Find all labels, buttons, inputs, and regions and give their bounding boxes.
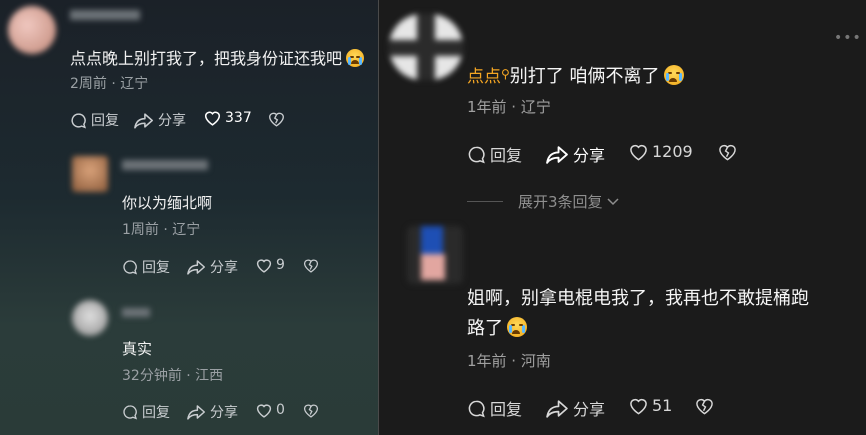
like-count: 0 bbox=[276, 402, 285, 418]
dislike-button[interactable] bbox=[303, 403, 319, 418]
broken-heart-icon bbox=[303, 259, 319, 273]
comment-text: 点点晚上别打我了，把我身份证还我吧 bbox=[70, 45, 365, 69]
comment-text: 姐啊，别拿电棍电我了，我再也不敢提桶跑 bbox=[467, 288, 809, 309]
share-label: 分享 bbox=[158, 113, 186, 129]
comment-text: 你以为缅北啊 bbox=[122, 194, 213, 212]
avatar[interactable] bbox=[8, 6, 56, 54]
share-label: 分享 bbox=[210, 405, 238, 421]
share-label: 分享 bbox=[573, 146, 606, 165]
broken-heart-icon bbox=[303, 404, 319, 418]
comment-meta: 1周前 · 辽宁 bbox=[122, 222, 201, 238]
crying-emoji-icon bbox=[663, 65, 684, 85]
heart-icon bbox=[256, 403, 272, 418]
username-redacted[interactable] bbox=[122, 160, 208, 170]
reply-label: 回复 bbox=[490, 400, 523, 419]
comment-meta: 32分钟前 · 江西 bbox=[122, 368, 224, 384]
share-icon bbox=[546, 399, 568, 418]
reply-label: 回复 bbox=[142, 260, 170, 276]
reply-icon bbox=[71, 112, 87, 128]
share-button[interactable]: 分享 bbox=[187, 402, 238, 422]
chevron-down-icon bbox=[607, 197, 619, 205]
like-count: 9 bbox=[276, 257, 285, 273]
share-icon bbox=[546, 145, 568, 164]
share-button[interactable]: 分享 bbox=[546, 142, 605, 166]
like-count: 1209 bbox=[652, 142, 693, 161]
share-icon bbox=[134, 112, 153, 129]
comment-text-continued: 路了 bbox=[467, 314, 527, 340]
comment-body: 路了 bbox=[467, 318, 503, 339]
heart-icon bbox=[204, 111, 221, 126]
reply-icon bbox=[123, 405, 138, 420]
like-count: 51 bbox=[652, 396, 673, 415]
share-label: 分享 bbox=[573, 400, 606, 419]
reply-icon bbox=[468, 400, 485, 417]
left-comment-panel: 点点晚上别打我了，把我身份证还我吧 2周前 · 辽宁 回复 分享 337 你以为… bbox=[0, 0, 378, 435]
avatar[interactable] bbox=[407, 226, 463, 284]
crying-emoji-icon bbox=[507, 317, 527, 337]
expand-replies-label: 展开3条回复 bbox=[518, 193, 603, 211]
share-label: 分享 bbox=[210, 260, 238, 276]
reply-icon bbox=[123, 260, 138, 275]
reply-label: 回复 bbox=[91, 113, 119, 129]
share-button[interactable]: 分享 bbox=[546, 396, 605, 420]
reply-button[interactable]: 回复 bbox=[467, 142, 522, 166]
like-button[interactable]: 0 bbox=[256, 402, 285, 418]
comment-text: 真实 bbox=[122, 340, 153, 358]
like-button[interactable]: 9 bbox=[256, 257, 285, 273]
avatar[interactable] bbox=[389, 14, 463, 80]
share-button[interactable]: 分享 bbox=[134, 110, 186, 130]
dislike-button[interactable] bbox=[718, 143, 737, 161]
username[interactable]: 点点 bbox=[467, 67, 501, 87]
expand-replies-button[interactable]: 展开3条回复 bbox=[518, 191, 619, 212]
heart-icon bbox=[630, 398, 647, 414]
reply-button[interactable]: 回复 bbox=[467, 396, 522, 420]
share-button[interactable]: 分享 bbox=[187, 257, 238, 277]
right-comment-panel: ••• 点点⚲别打了 咱俩不离了 1年前 · 辽宁 回复 分享 1209 展开3… bbox=[379, 0, 866, 435]
comment-body: 别打了 咱俩不离了 bbox=[509, 66, 660, 87]
reply-label: 回复 bbox=[490, 146, 523, 165]
reply-button[interactable]: 回复 bbox=[122, 257, 170, 277]
author-badge-icon: ⚲ bbox=[501, 67, 510, 81]
comment-text: 点点⚲别打了 咱俩不离了 bbox=[467, 62, 684, 88]
more-options-icon[interactable]: ••• bbox=[834, 30, 862, 46]
reply-label: 回复 bbox=[142, 405, 170, 421]
username-redacted[interactable] bbox=[122, 308, 150, 317]
like-count: 337 bbox=[225, 110, 252, 126]
heart-icon bbox=[630, 144, 647, 160]
comment-meta: 1年前 · 辽宁 bbox=[467, 98, 551, 116]
username-redacted[interactable] bbox=[70, 10, 140, 20]
share-icon bbox=[187, 405, 206, 420]
comment-meta: 1年前 · 河南 bbox=[467, 352, 551, 370]
dislike-button[interactable] bbox=[303, 258, 319, 273]
broken-heart-icon bbox=[696, 398, 713, 415]
heart-icon bbox=[256, 258, 272, 273]
reply-icon bbox=[468, 146, 485, 163]
like-button[interactable]: 1209 bbox=[629, 142, 693, 161]
like-button[interactable]: 51 bbox=[629, 396, 672, 415]
reply-button[interactable]: 回复 bbox=[122, 402, 170, 422]
broken-heart-icon bbox=[719, 144, 736, 161]
dislike-button[interactable] bbox=[695, 397, 714, 415]
avatar[interactable] bbox=[72, 156, 108, 192]
share-icon bbox=[187, 260, 206, 275]
expand-replies-divider bbox=[467, 201, 503, 202]
broken-heart-icon bbox=[269, 112, 284, 127]
crying-emoji-icon bbox=[346, 49, 365, 67]
reply-button[interactable]: 回复 bbox=[70, 110, 119, 130]
like-button[interactable]: 337 bbox=[204, 110, 252, 126]
dislike-button[interactable] bbox=[268, 111, 285, 127]
comment-meta: 2周前 · 辽宁 bbox=[70, 76, 149, 92]
avatar[interactable] bbox=[72, 300, 108, 336]
